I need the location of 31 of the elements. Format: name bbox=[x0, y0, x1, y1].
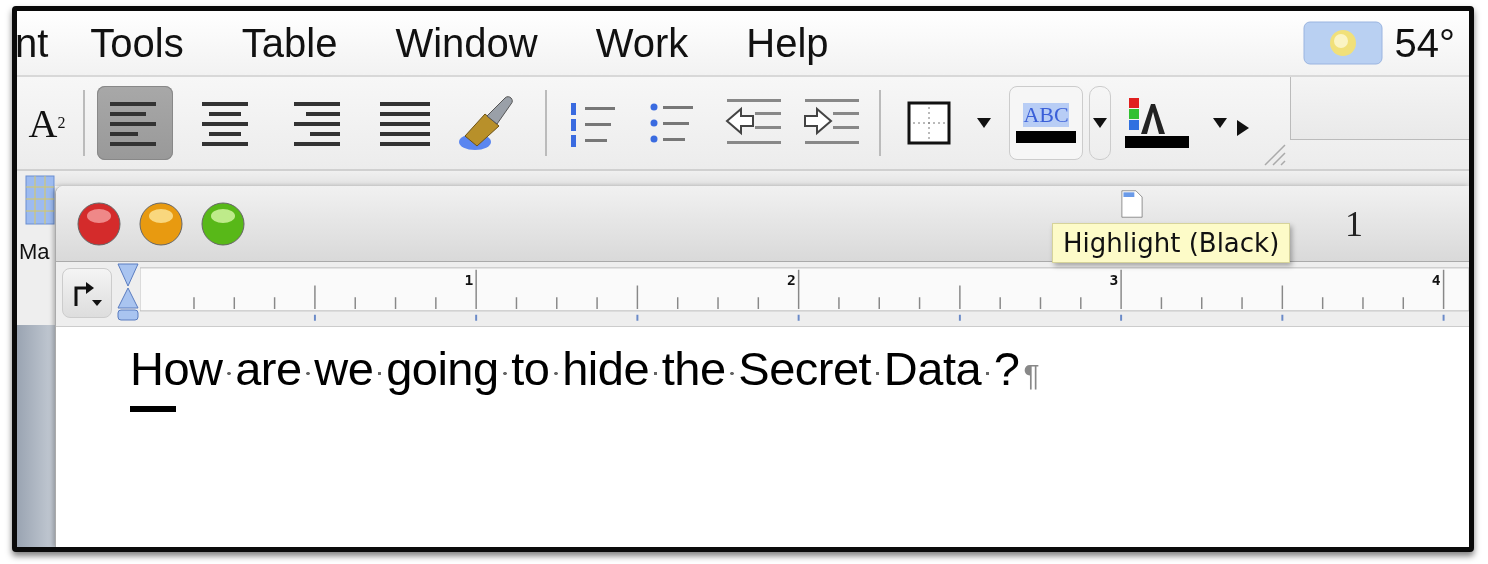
caret-icon[interactable] bbox=[1093, 118, 1107, 128]
paragraph-mark: ¶ bbox=[1023, 358, 1040, 392]
indent-marker-icon[interactable] bbox=[116, 262, 140, 324]
menu-item[interactable]: Table bbox=[241, 20, 338, 66]
temperature: 54° bbox=[1394, 20, 1455, 66]
menu-item[interactable]: Help bbox=[746, 20, 829, 66]
highlight-dropdown[interactable] bbox=[1089, 86, 1111, 160]
border-icon[interactable] bbox=[907, 101, 951, 145]
gallery-label: Ma bbox=[18, 239, 50, 265]
menu-item[interactable]: nt bbox=[17, 20, 49, 66]
tooltip: Highlight (Black) bbox=[1052, 223, 1291, 263]
align-left-button[interactable] bbox=[97, 86, 173, 160]
ruler-number: 3 bbox=[1109, 271, 1119, 289]
caret-icon[interactable] bbox=[977, 118, 991, 128]
ruler-number: 1 bbox=[464, 271, 474, 289]
minimize-button[interactable] bbox=[138, 200, 184, 247]
ruler-number: 2 bbox=[786, 271, 796, 289]
window-title: 1 bbox=[1345, 202, 1363, 245]
tab-stop-button[interactable] bbox=[62, 268, 112, 318]
font-color-icon[interactable] bbox=[1125, 98, 1191, 148]
ruler-number: 4 bbox=[1431, 271, 1441, 289]
text-cursor bbox=[130, 406, 176, 412]
document-text: How are we going to hide the Secret Data ? bbox=[130, 341, 1020, 396]
zoom-button[interactable] bbox=[200, 200, 246, 247]
menu-item[interactable]: Window bbox=[395, 20, 538, 66]
caret-icon[interactable] bbox=[1213, 118, 1227, 128]
document-icon bbox=[1121, 190, 1143, 218]
close-button[interactable] bbox=[76, 200, 122, 247]
menu-item[interactable]: Tools bbox=[90, 20, 184, 66]
more-arrow-icon[interactable] bbox=[1237, 120, 1249, 136]
menu-item[interactable]: Work bbox=[595, 20, 689, 66]
